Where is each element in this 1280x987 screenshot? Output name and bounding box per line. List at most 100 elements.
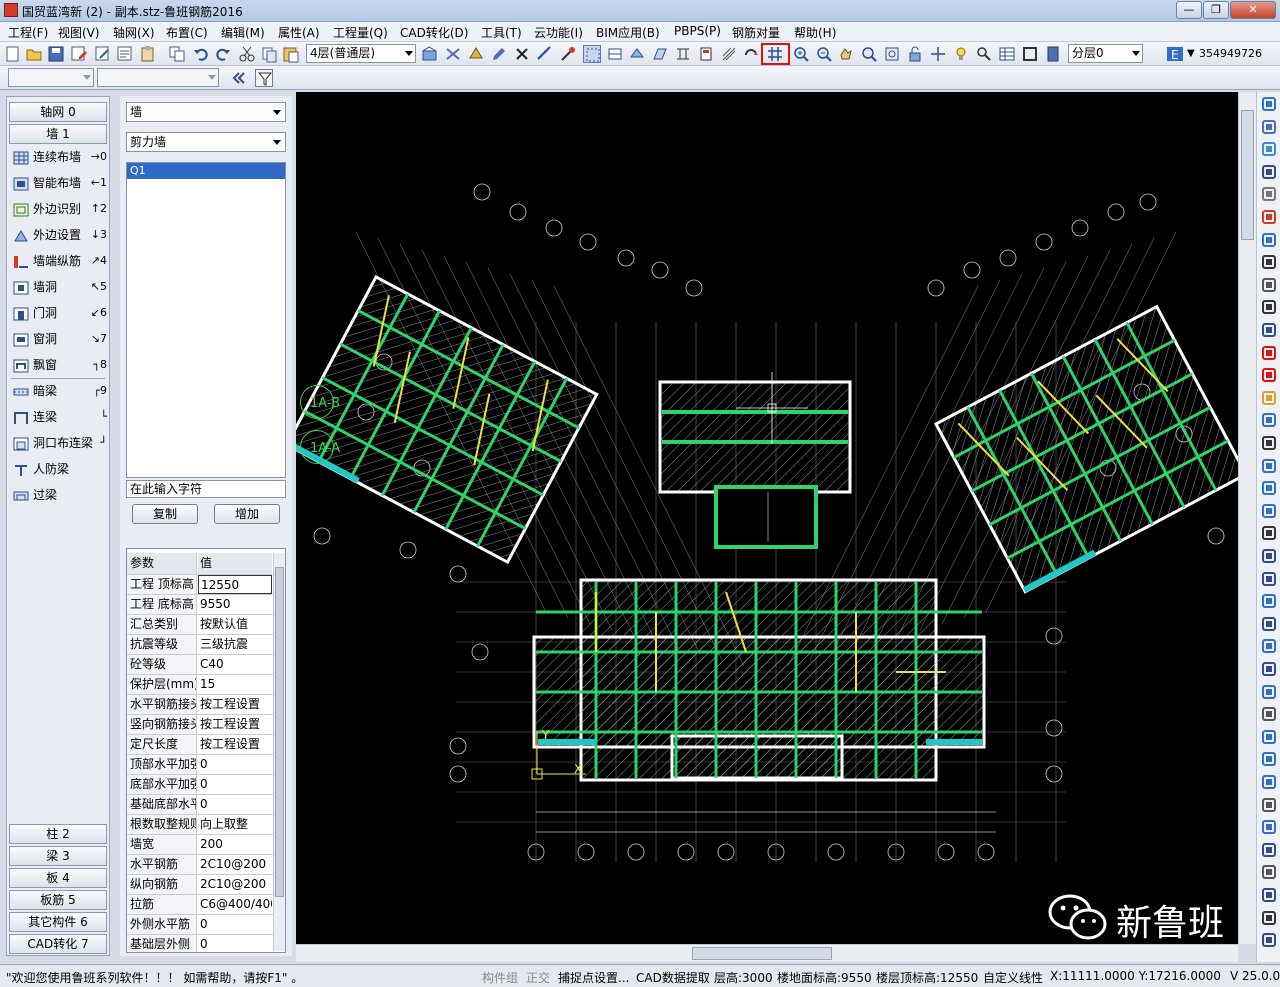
pan-icon[interactable] xyxy=(837,45,855,63)
spring-icon[interactable] xyxy=(1261,864,1277,880)
tool-door-hole[interactable]: 门洞 ↙6 xyxy=(13,302,109,324)
menu-project[interactable]: 工程(F) xyxy=(8,24,48,41)
menu-attribute[interactable]: 属性(A) xyxy=(278,24,320,41)
brush-tool-icon[interactable] xyxy=(1261,209,1277,225)
edit-icon[interactable] xyxy=(94,45,112,63)
chain-icon[interactable] xyxy=(1261,797,1277,813)
zoom-in-icon[interactable] xyxy=(792,45,810,63)
floor-settings-icon[interactable] xyxy=(421,45,439,63)
table-row[interactable]: 墙宽 200 xyxy=(127,835,273,855)
table-row[interactable]: 工程 底标高 9550 xyxy=(127,595,273,615)
tool-hidden-beam[interactable]: 暗梁 ┌9 xyxy=(13,380,109,402)
trim-icon[interactable] xyxy=(1261,458,1277,474)
scroll-thumb[interactable] xyxy=(1241,110,1254,240)
copy-icon[interactable] xyxy=(168,45,186,63)
layer-icon[interactable] xyxy=(606,45,624,63)
wrench-icon[interactable] xyxy=(1261,706,1277,722)
array-icon[interactable] xyxy=(1261,638,1277,654)
user-dropdown-arrow[interactable]: ▼ xyxy=(1187,48,1195,59)
filter-icon[interactable] xyxy=(255,69,273,87)
cylinder-icon[interactable] xyxy=(1261,232,1277,248)
drawing-canvas[interactable]: 1A-B 1A-A Y X xyxy=(296,92,1238,944)
close-button[interactable]: ✕ xyxy=(1230,1,1276,19)
frame-icon[interactable] xyxy=(1021,45,1039,63)
copy-tool-icon[interactable] xyxy=(1261,774,1277,790)
status-snap[interactable]: 捕捉点设置... xyxy=(558,969,629,986)
bulb-icon[interactable] xyxy=(952,45,970,63)
tool-coupling-beam[interactable]: 连梁 └ xyxy=(13,406,109,428)
search-input[interactable]: 在此输入字符 xyxy=(126,480,286,498)
menu-quantity[interactable]: 工程量(Q) xyxy=(333,24,388,41)
measure-icon[interactable] xyxy=(536,45,554,63)
copy-layer-icon[interactable] xyxy=(1261,141,1277,157)
explode-icon[interactable] xyxy=(1261,842,1277,858)
scroll-thumb[interactable] xyxy=(275,567,284,897)
table-row[interactable]: 根数取整规则 向上取整 xyxy=(127,815,273,835)
category-beam[interactable]: 梁 3 xyxy=(9,846,107,866)
status-custom[interactable]: 自定义线性 xyxy=(983,969,1043,986)
category-slab-rebar[interactable]: 板筋 5 xyxy=(9,890,107,910)
table-row[interactable]: 基础层外侧 0 xyxy=(127,935,273,952)
category-wall[interactable]: 墙 1 xyxy=(9,124,107,144)
tool-opening-coupling-beam[interactable]: 洞口布连梁 ┘ xyxy=(13,432,109,454)
property-value[interactable]: 15 xyxy=(198,675,272,694)
delete-cross-icon[interactable] xyxy=(513,45,531,63)
table-row[interactable]: 顶部水平加强 0 xyxy=(127,755,273,775)
floor-plan-drawing[interactable] xyxy=(296,92,1238,944)
table-row[interactable]: 水平钢筋接头 按工程设置 xyxy=(127,695,273,715)
component-subtype-select[interactable]: 剪力墙 xyxy=(126,132,286,152)
property-value[interactable]: 三级抗震 xyxy=(198,635,272,654)
align-icon[interactable] xyxy=(1261,684,1277,700)
search-box-icon[interactable] xyxy=(1261,119,1277,135)
redo-icon[interactable] xyxy=(214,45,232,63)
zoom-extent-icon[interactable] xyxy=(883,45,901,63)
layer-select[interactable]: 分层0 xyxy=(1068,44,1143,63)
glasses-icon[interactable] xyxy=(1261,299,1277,315)
table-row[interactable]: 水平钢筋 2C10@200 xyxy=(127,855,273,875)
property-value[interactable]: 向上取整 xyxy=(198,815,272,834)
menu-axis[interactable]: 轴网(X) xyxy=(113,24,155,41)
tool-outer-identify[interactable]: 外边识别 ↑2 xyxy=(13,198,109,220)
save-as-icon[interactable] xyxy=(70,45,88,63)
category-other[interactable]: 其它构件 6 xyxy=(9,912,107,932)
scale-icon[interactable] xyxy=(1261,819,1277,835)
brush-icon[interactable] xyxy=(490,45,508,63)
tool-bay-window[interactable]: 飘窗 ┐8 xyxy=(13,354,109,376)
floor-select[interactable]: 4层(普通层) xyxy=(306,44,416,63)
tag-icon[interactable] xyxy=(1261,412,1277,428)
shade-icon[interactable] xyxy=(651,45,669,63)
ruler-icon[interactable] xyxy=(1261,435,1277,451)
hand-icon[interactable] xyxy=(1261,186,1277,202)
tool-continuous-wall[interactable]: 连续布墙 →0 xyxy=(13,146,109,168)
collapse-panel-icon[interactable] xyxy=(230,69,248,87)
mirror-icon[interactable] xyxy=(1261,525,1277,541)
table-row[interactable]: 抗震等级 三级抗震 xyxy=(127,635,273,655)
property-value[interactable]: 按工程设置 xyxy=(198,715,272,734)
dims-icon[interactable] xyxy=(1261,932,1277,948)
component-icon[interactable] xyxy=(444,45,462,63)
menu-layout[interactable]: 布置(C) xyxy=(166,24,208,41)
rebar-view-icon[interactable] xyxy=(720,45,738,63)
property-value[interactable]: 0 xyxy=(198,795,272,814)
copy-doc-icon[interactable] xyxy=(260,45,278,63)
cut-icon[interactable] xyxy=(238,45,256,63)
menu-edit[interactable]: 编辑(M) xyxy=(221,24,265,41)
info-icon[interactable] xyxy=(1261,367,1277,383)
join-icon[interactable] xyxy=(1261,616,1277,632)
category-axis[interactable]: 轴网 0 xyxy=(9,102,107,122)
stretch-icon[interactable] xyxy=(1261,661,1277,677)
extend-icon[interactable] xyxy=(1261,548,1277,564)
add-button[interactable]: 增加 xyxy=(214,504,280,524)
table-row[interactable]: 纵向钢筋 2C10@200 xyxy=(127,875,273,895)
table-row[interactable]: 基础底部水平 0 xyxy=(127,795,273,815)
undo-icon[interactable] xyxy=(192,45,210,63)
pin-icon[interactable] xyxy=(1261,729,1277,745)
material-icon[interactable] xyxy=(467,45,485,63)
property-value[interactable]: 2C10@200 xyxy=(198,855,272,874)
pick-icon[interactable] xyxy=(559,45,577,63)
3d-view-icon[interactable] xyxy=(628,45,646,63)
category-cad[interactable]: CAD转化 7 xyxy=(9,934,107,954)
category-column[interactable]: 柱 2 xyxy=(9,824,107,844)
property-value[interactable]: C40 xyxy=(198,655,272,674)
scroll-thumb[interactable] xyxy=(692,947,832,960)
